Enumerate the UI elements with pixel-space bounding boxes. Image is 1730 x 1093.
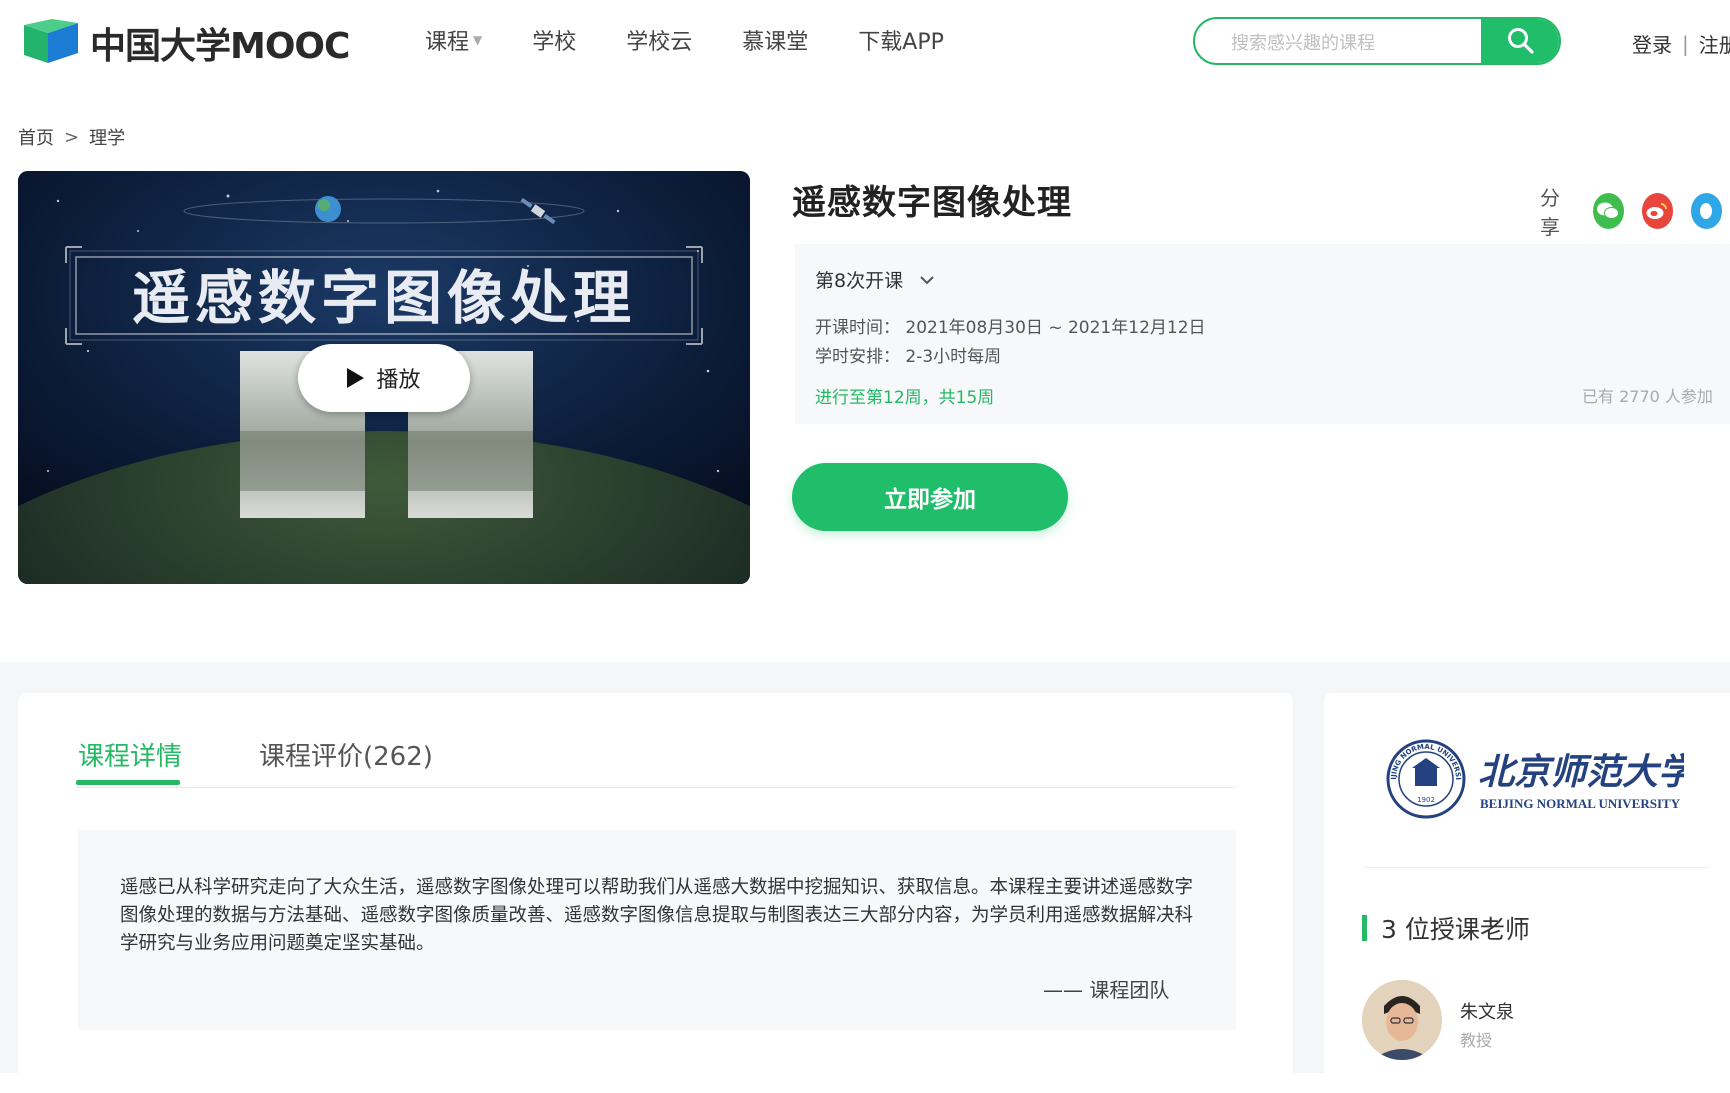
course-hours: 学时安排： 2-3小时每周 <box>815 342 1001 367</box>
teacher-photo <box>1362 980 1442 1060</box>
weibo-glyph <box>1646 203 1668 219</box>
tab-course-reviews[interactable]: 课程评价(262) <box>259 736 433 773</box>
teacher-avatar[interactable] <box>1362 980 1442 1060</box>
nav-courses[interactable]: 课程 ▼ <box>425 24 482 56</box>
breadcrumb-separator: > <box>64 126 80 148</box>
login-link[interactable]: 登录 <box>1632 29 1672 58</box>
play-label: 播放 <box>376 368 421 393</box>
sidebar-divider <box>1364 867 1709 868</box>
caret-down-icon: ▼ <box>473 33 483 47</box>
wechat-icon[interactable] <box>1592 193 1624 229</box>
breadcrumb-category[interactable]: 理学 <box>89 124 125 150</box>
register-link[interactable]: 注册 <box>1699 29 1730 58</box>
tab-course-details[interactable]: 课程详情 <box>78 736 182 773</box>
university-name-en: BEIJING NORMAL UNIVERSITY <box>1480 796 1681 811</box>
description-signature: —— 课程团队 <box>1043 978 1170 1002</box>
join-course-button[interactable]: 立即参加 <box>792 463 1068 531</box>
course-progress: 进行至第12周，共15周 <box>815 388 995 408</box>
play-button[interactable]: 播放 <box>298 344 470 412</box>
university-name-cn: 北京师范大学 <box>1478 751 1684 793</box>
breadcrumb-home[interactable]: 首页 <box>18 124 54 150</box>
wechat-glyph <box>1597 202 1620 219</box>
teacher-role: 教授 <box>1460 1031 1493 1050</box>
main-nav: 课程 ▼ 学校 学校云 慕课堂 下载APP <box>425 24 994 56</box>
university-seal-icon: BEIJING NORMAL UNIVERSITY 1902 北京师范大学 BE… <box>1380 728 1699 819</box>
term-label: 第8次开课 <box>815 270 904 292</box>
logo-text: 中国大学MOOC <box>90 26 350 67</box>
search-input[interactable] <box>1229 29 1473 57</box>
mooc-logo-icon <box>24 19 78 63</box>
seal-year: 1902 <box>1417 796 1435 804</box>
course-description: 遥感已从科学研究走向了大众生活，遥感数字图像处理可以帮助我们从遥感大数据中挖掘知… <box>120 877 1194 954</box>
search-bar <box>1193 17 1561 65</box>
teachers-heading: 3 位授课老师 <box>1362 910 1530 946</box>
course-hours-value: 2-3小时每周 <box>905 347 1002 367</box>
qq-glyph <box>1700 203 1713 219</box>
tab-divider <box>76 787 1236 788</box>
share-bar: 分享 <box>1540 182 1730 240</box>
qq-icon[interactable] <box>1690 193 1723 229</box>
heading-accent-bar <box>1362 915 1367 941</box>
search-icon <box>1508 28 1534 54</box>
auth-separator: | <box>1682 31 1689 56</box>
teacher-name[interactable]: 朱文泉 <box>1460 998 1514 1024</box>
active-tab-indicator <box>76 780 180 785</box>
course-time-value: 2021年08月30日 ~ 2021年12月12日 <box>905 318 1206 338</box>
site-logo[interactable]: 中国大学MOOC <box>22 18 350 68</box>
play-icon <box>347 368 365 388</box>
term-selector[interactable]: 第8次开课 <box>815 266 935 293</box>
nav-schools[interactable]: 学校 <box>532 24 576 56</box>
course-time-label: 开课时间： <box>815 318 900 338</box>
share-label: 分享 <box>1540 186 1560 239</box>
course-hours-label: 学时安排： <box>815 347 900 367</box>
nav-download-app[interactable]: 下载APP <box>858 24 944 56</box>
weibo-icon[interactable] <box>1641 193 1673 229</box>
course-video-player[interactable]: 遥感数字图像处理 播放 <box>18 171 750 584</box>
search-button[interactable] <box>1481 19 1559 63</box>
video-banner-title: 遥感数字图像处理 <box>132 264 636 332</box>
nav-courses-label: 课程 <box>425 30 470 55</box>
chevron-down-icon <box>920 275 934 284</box>
course-title: 遥感数字图像处理 <box>792 183 1072 223</box>
course-time: 开课时间： 2021年08月30日 ~ 2021年12月12日 <box>815 313 1206 338</box>
auth-links: 登录 | 注册 <box>1632 29 1730 58</box>
breadcrumb: 首页 > 理学 <box>18 124 125 150</box>
teachers-heading-text: 3 位授课老师 <box>1381 915 1530 944</box>
nav-mooc-classroom[interactable]: 慕课堂 <box>742 24 808 56</box>
university-logo[interactable]: BEIJING NORMAL UNIVERSITY 1902 北京师范大学 BE… <box>1380 728 1699 824</box>
enrollment-count: 已有 2770 人参加 <box>1582 387 1713 406</box>
nav-school-cloud[interactable]: 学校云 <box>626 24 692 56</box>
